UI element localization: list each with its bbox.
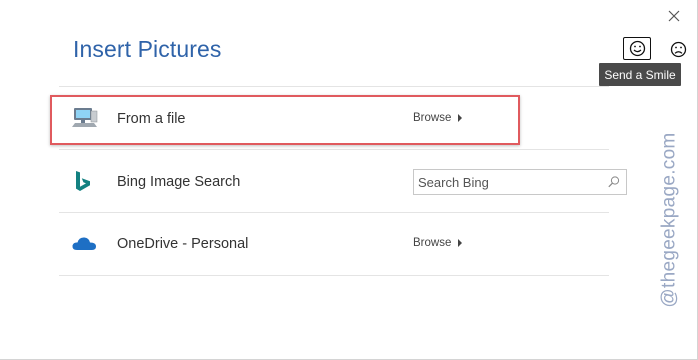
bing-icon [74, 170, 92, 199]
browse-onedrive-button[interactable]: Browse [413, 237, 463, 249]
divider [59, 86, 609, 87]
dialog-title: Insert Pictures [73, 36, 222, 62]
close-icon [668, 10, 680, 22]
send-smile-tooltip: Send a Smile [599, 63, 681, 86]
onedrive-icon [71, 235, 97, 256]
watermark: @thegeekpage.com [650, 90, 690, 350]
row-label-bing: Bing Image Search [117, 174, 241, 190]
row-label-onedrive: OneDrive - Personal [117, 236, 249, 252]
watermark-text: @thegeekpage.com [659, 132, 680, 308]
divider [59, 212, 609, 213]
search-icon[interactable] [607, 175, 621, 194]
highlight-box [50, 95, 520, 145]
divider [59, 275, 609, 276]
close-button[interactable] [664, 6, 684, 26]
browse-label: Browse [413, 237, 452, 249]
bing-search-input[interactable] [418, 173, 598, 191]
divider [59, 149, 609, 150]
frown-icon [670, 41, 686, 57]
bing-search-box [413, 169, 627, 195]
send-smile-button[interactable] [623, 37, 651, 60]
caret-right-icon [458, 239, 463, 247]
send-frown-button[interactable] [667, 38, 689, 60]
smile-icon [629, 40, 645, 57]
